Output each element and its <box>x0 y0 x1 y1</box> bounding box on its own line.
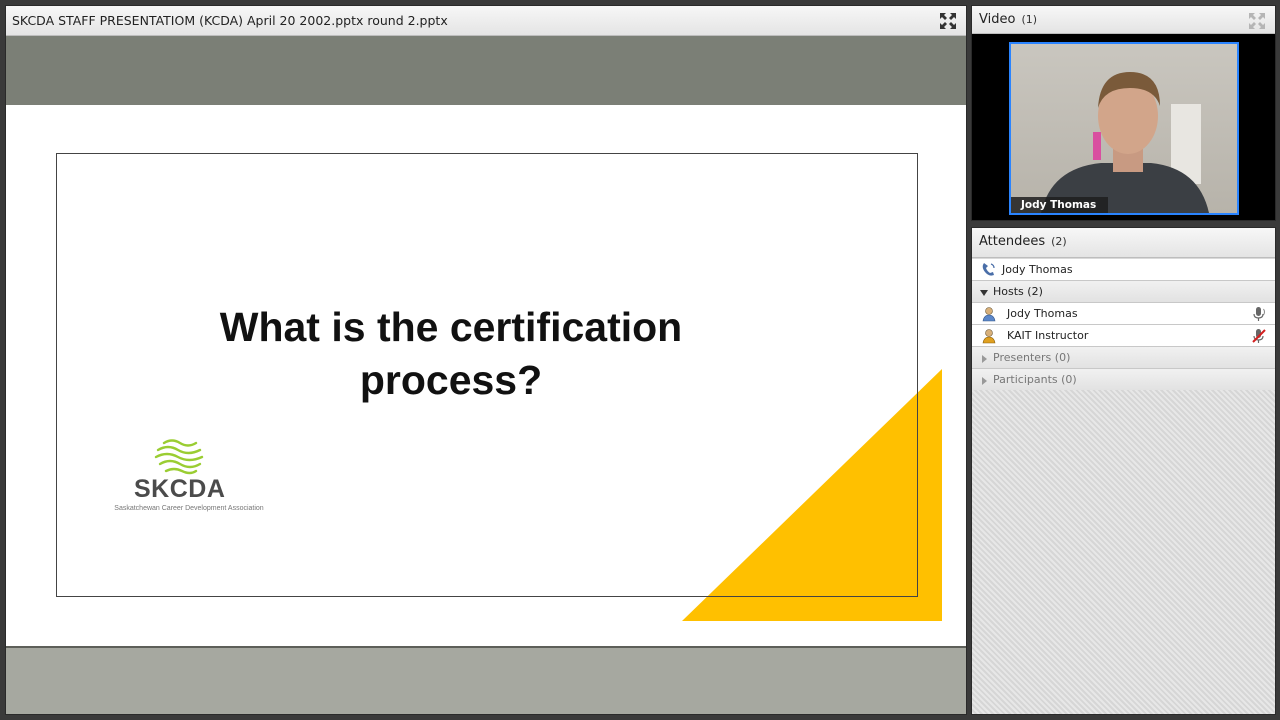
microphone-active-icon <box>1251 306 1267 325</box>
presenters-group-header[interactable]: Presenters (0) <box>972 347 1275 369</box>
video-pod-titlebar[interactable]: Video (1) <box>972 6 1275 34</box>
attendees-pod-title: Attendees <box>979 234 1046 249</box>
host-row[interactable]: Jody Thomas <box>972 303 1275 325</box>
logo-waves-icon <box>154 439 204 475</box>
fullscreen-icon[interactable] <box>940 13 956 29</box>
logo-subtitle: Saskatchewan Career Development Associat… <box>114 505 264 512</box>
chevron-right-icon <box>980 375 988 388</box>
skcda-logo: SKCDA Saskatchewan Career Development As… <box>98 439 280 519</box>
video-participant-name: Jody Thomas <box>1011 197 1109 213</box>
attendees-pod-titlebar[interactable]: Attendees (2) <box>972 228 1275 258</box>
slide-canvas: What is the certification process? SKCDA… <box>6 105 966 646</box>
chevron-right-icon <box>980 353 988 366</box>
phone-icon <box>981 262 997 279</box>
host-row[interactable]: KAIT Instructor <box>972 325 1275 347</box>
logo-wordmark: SKCDA <box>134 475 226 503</box>
attendees-pod: Attendees (2) Jody Thomas Hosts (2) Jody … <box>971 227 1276 715</box>
video-pod: Video (1) Jody Thomas <box>971 5 1276 221</box>
hosts-group-header[interactable]: Hosts (2) <box>972 281 1275 303</box>
attendees-count: (2) <box>1051 235 1067 248</box>
share-pod-title: SKCDA STAFF PRESENTATIOM (KCDA) April 20… <box>12 13 448 28</box>
host-user-icon <box>981 306 997 325</box>
host-name: Jody Thomas <box>1007 307 1078 320</box>
participants-group-header[interactable]: Participants (0) <box>972 369 1275 391</box>
video-count: (1) <box>1021 13 1038 26</box>
phone-attendee-name: Jody Thomas <box>1002 263 1073 276</box>
attendee-row-phone[interactable]: Jody Thomas <box>972 259 1275 281</box>
share-pod-bottom-band <box>6 646 966 714</box>
share-pod-titlebar[interactable]: SKCDA STAFF PRESENTATIOM (KCDA) April 20… <box>6 6 966 36</box>
share-pod: SKCDA STAFF PRESENTATIOM (KCDA) April 20… <box>5 5 967 715</box>
hosts-group-label: Hosts (2) <box>993 285 1043 298</box>
participants-group-label: Participants (0) <box>993 373 1077 386</box>
presenters-group-label: Presenters (0) <box>993 351 1071 364</box>
chevron-down-icon <box>980 287 988 300</box>
host-name: KAIT Instructor <box>1007 329 1089 342</box>
slide-title: What is the certification process? <box>219 304 683 403</box>
video-pod-title: Video <box>979 12 1016 27</box>
attendees-empty-area <box>972 390 1275 714</box>
host-user-icon <box>981 328 997 347</box>
video-fullscreen-icon[interactable] <box>1249 13 1265 29</box>
webcam-video-feed[interactable]: Jody Thomas <box>1009 42 1239 215</box>
person-silhouette-icon <box>1041 72 1209 213</box>
microphone-muted-icon <box>1251 328 1267 347</box>
